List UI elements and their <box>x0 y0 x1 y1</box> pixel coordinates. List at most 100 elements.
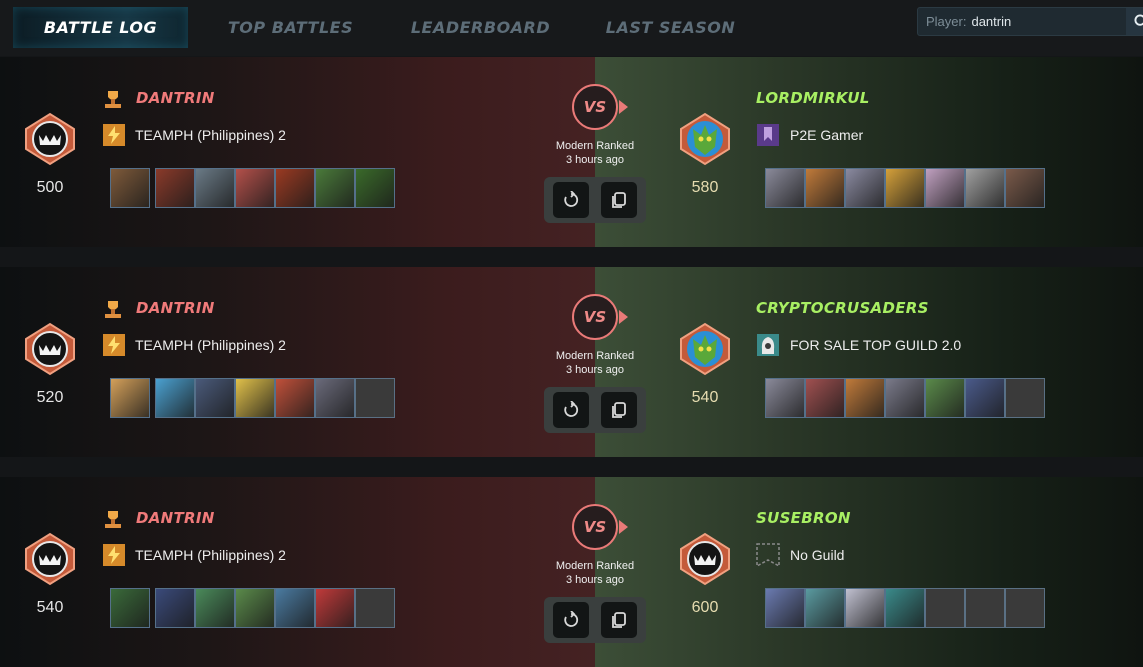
monster-card[interactable] <box>315 378 355 418</box>
monster-card[interactable] <box>195 378 235 418</box>
monster-card[interactable] <box>315 588 355 628</box>
top-navigation: BATTLE LOG TOP BATTLES LEADERBOARD LAST … <box>0 0 1143 56</box>
replay-button[interactable] <box>553 182 589 218</box>
monster-card[interactable] <box>805 168 845 208</box>
monster-card[interactable] <box>845 588 885 628</box>
player-name[interactable]: DANTRIN <box>136 299 215 317</box>
vs-arrow-icon <box>619 100 628 114</box>
battle-row: 540 DANTRIN TEAMPH (Philippines) 2 VS Mo… <box>0 477 1143 667</box>
monster-card[interactable] <box>885 378 925 418</box>
search-icon <box>1134 14 1143 29</box>
battle-actions <box>544 597 646 643</box>
empty-card-slot <box>1005 588 1045 628</box>
replay-icon <box>562 191 580 209</box>
replay-button[interactable] <box>553 602 589 638</box>
player-rank-badge-icon <box>20 111 80 167</box>
opponent-rating: 540 <box>675 389 735 407</box>
copy-button[interactable] <box>601 392 637 428</box>
player-rating: 540 <box>20 599 80 617</box>
monster-card[interactable] <box>965 168 1005 208</box>
vs-arrow-icon <box>619 520 628 534</box>
copy-button[interactable] <box>601 602 637 638</box>
battle-row: 500 DANTRIN TEAMPH (Philippines) 2 VS Mo… <box>0 57 1143 247</box>
tab-top-battles[interactable]: TOP BATTLES <box>203 7 378 48</box>
monster-card[interactable] <box>845 168 885 208</box>
battle-format: Modern Ranked <box>535 349 655 363</box>
player-guild[interactable]: TEAMPH (Philippines) 2 <box>135 337 286 353</box>
summoner-card[interactable] <box>765 378 805 418</box>
battle-time: 3 hours ago <box>535 573 655 587</box>
guild-banner-icon <box>756 123 780 147</box>
monster-card[interactable] <box>885 168 925 208</box>
opponent-name[interactable]: CRYPTOCRUSADERS <box>756 299 929 317</box>
copy-icon <box>610 401 628 419</box>
monster-card[interactable] <box>235 588 275 628</box>
summoner-card[interactable] <box>765 168 805 208</box>
opponent-guild[interactable]: FOR SALE TOP GUILD 2.0 <box>790 337 961 353</box>
tab-last-season[interactable]: LAST SEASON <box>583 7 758 48</box>
monster-card[interactable] <box>845 378 885 418</box>
player-guild[interactable]: TEAMPH (Philippines) 2 <box>135 547 286 563</box>
player-name[interactable]: DANTRIN <box>136 509 215 527</box>
monster-card[interactable] <box>315 168 355 208</box>
tournament-trophy-icon <box>102 507 124 529</box>
opponent-rank-badge-icon <box>675 531 735 587</box>
monster-card[interactable] <box>965 378 1005 418</box>
player-rank-badge-icon <box>20 321 80 377</box>
player-rating: 500 <box>20 179 80 197</box>
search-label: Player: <box>926 14 966 29</box>
monster-card[interactable] <box>275 588 315 628</box>
monster-card[interactable] <box>195 588 235 628</box>
summoner-card[interactable] <box>765 588 805 628</box>
player-side <box>0 57 595 247</box>
battle-format: Modern Ranked <box>535 139 655 153</box>
monster-card[interactable] <box>235 168 275 208</box>
player-guild[interactable]: TEAMPH (Philippines) 2 <box>135 127 286 143</box>
monster-card[interactable] <box>925 378 965 418</box>
monster-card[interactable] <box>155 588 195 628</box>
player-search: Player: <box>917 7 1143 36</box>
tab-leaderboard[interactable]: LEADERBOARD <box>393 7 568 48</box>
monster-card[interactable] <box>925 168 965 208</box>
monster-card[interactable] <box>805 378 845 418</box>
player-name[interactable]: DANTRIN <box>136 89 215 107</box>
opponent-team-cards <box>765 168 1045 208</box>
summoner-card[interactable] <box>110 378 150 418</box>
guild-lightning-icon <box>102 123 126 147</box>
player-search-input[interactable] <box>971 14 1121 29</box>
opponent-name[interactable]: SUSEBRON <box>756 509 851 527</box>
vs-indicator: VS <box>572 504 618 550</box>
replay-button[interactable] <box>553 392 589 428</box>
player-rank-badge-icon <box>20 531 80 587</box>
battle-format: Modern Ranked <box>535 559 655 573</box>
monster-card[interactable] <box>235 378 275 418</box>
opponent-guild[interactable]: P2E Gamer <box>790 127 863 143</box>
monster-card[interactable] <box>805 588 845 628</box>
monster-card[interactable] <box>275 168 315 208</box>
battle-actions <box>544 177 646 223</box>
vs-indicator: VS <box>572 84 618 130</box>
opponent-rating: 580 <box>675 179 735 197</box>
replay-icon <box>562 401 580 419</box>
player-team-cards <box>110 168 395 208</box>
copy-icon <box>610 191 628 209</box>
monster-card[interactable] <box>885 588 925 628</box>
summoner-card[interactable] <box>110 588 150 628</box>
monster-card[interactable] <box>155 168 195 208</box>
opponent-name[interactable]: LORDMIRKUL <box>756 89 870 107</box>
monster-card[interactable] <box>275 378 315 418</box>
opponent-rating: 600 <box>675 599 735 617</box>
copy-button[interactable] <box>601 182 637 218</box>
monster-card[interactable] <box>155 378 195 418</box>
search-button[interactable] <box>1126 8 1143 35</box>
monster-card[interactable] <box>195 168 235 208</box>
summoner-card[interactable] <box>110 168 150 208</box>
guild-lightning-icon <box>102 543 126 567</box>
battle-actions <box>544 387 646 433</box>
guild-lightning-icon <box>102 333 126 357</box>
replay-icon <box>562 611 580 629</box>
monster-card[interactable] <box>355 168 395 208</box>
monster-card[interactable] <box>1005 168 1045 208</box>
opponent-guild[interactable]: No Guild <box>790 547 844 563</box>
tab-battle-log[interactable]: BATTLE LOG <box>13 7 188 48</box>
